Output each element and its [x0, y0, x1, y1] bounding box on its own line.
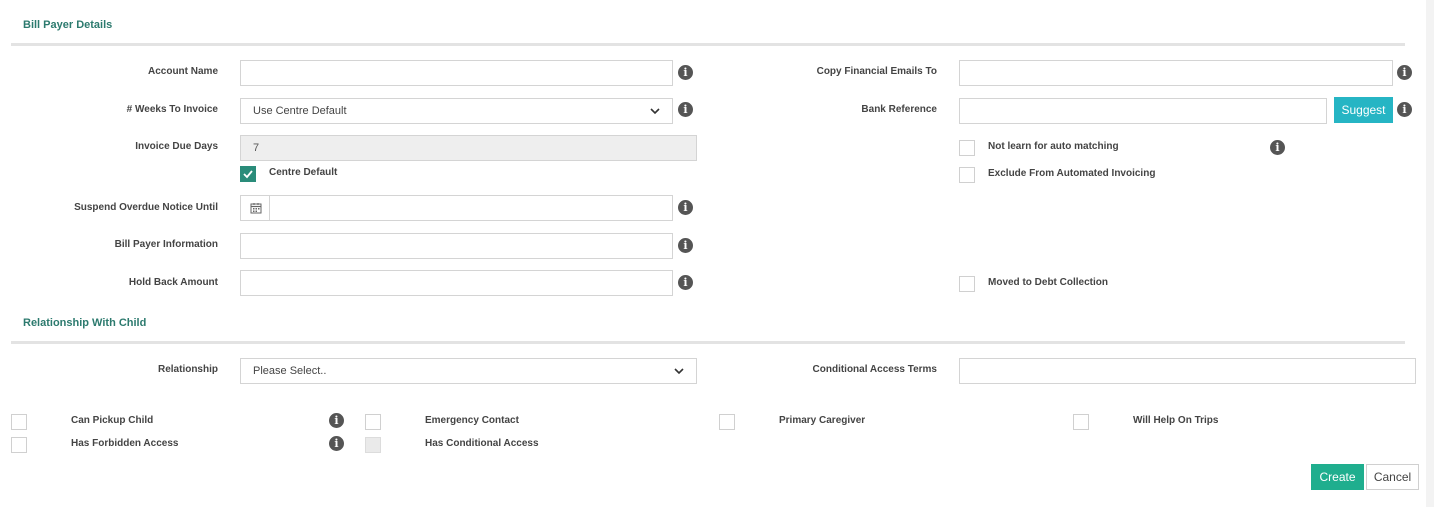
relationship-label: Relationship — [157, 364, 218, 375]
calendar-button[interactable] — [240, 195, 270, 221]
bill-payer-section-title: Bill Payer Details — [23, 19, 113, 31]
info-icon[interactable]: i — [1397, 102, 1412, 117]
has-forbidden-access-label: Has Forbidden Access — [71, 438, 179, 449]
weeks-to-invoice-label: # Weeks To Invoice — [126, 104, 218, 115]
cancel-button[interactable]: Cancel — [1366, 464, 1419, 490]
exclude-automated-invoicing-label: Exclude From Automated Invoicing — [988, 168, 1156, 179]
invoice-due-days-input: 7 — [240, 135, 697, 161]
chevron-down-icon — [674, 368, 684, 375]
calendar-icon — [250, 203, 261, 214]
bill-payer-info-input[interactable] — [240, 233, 673, 259]
can-pickup-child-checkbox[interactable] — [11, 414, 27, 430]
weeks-to-invoice-value: Use Centre Default — [253, 105, 347, 117]
account-name-input[interactable] — [240, 60, 673, 86]
relationship-select[interactable]: Please Select.. — [240, 358, 697, 384]
hold-back-amount-label: Hold Back Amount — [128, 277, 218, 288]
conditional-access-terms-input[interactable] — [959, 358, 1416, 384]
info-icon[interactable]: i — [678, 275, 693, 290]
moved-to-debt-collection-label: Moved to Debt Collection — [988, 277, 1108, 288]
primary-caregiver-checkbox[interactable] — [719, 414, 735, 430]
will-help-on-trips-checkbox[interactable] — [1073, 414, 1089, 430]
has-conditional-access-checkbox — [365, 437, 381, 453]
centre-default-checkbox[interactable] — [240, 166, 256, 182]
emergency-contact-checkbox[interactable] — [365, 414, 381, 430]
invoice-due-days-label: Invoice Due Days — [135, 141, 218, 152]
info-icon[interactable]: i — [678, 238, 693, 253]
not-learn-auto-matching-checkbox[interactable] — [959, 140, 975, 156]
section-divider — [11, 43, 1405, 46]
create-button[interactable]: Create — [1311, 464, 1364, 490]
not-learn-auto-matching-label: Not learn for auto matching — [988, 141, 1119, 152]
copy-financial-emails-label: Copy Financial Emails To — [816, 66, 937, 77]
section-divider — [11, 341, 1405, 344]
moved-to-debt-collection-checkbox[interactable] — [959, 276, 975, 292]
will-help-on-trips-label: Will Help On Trips — [1133, 415, 1219, 426]
has-forbidden-access-checkbox[interactable] — [11, 437, 27, 453]
bank-reference-label: Bank Reference — [861, 104, 937, 115]
conditional-access-terms-label: Conditional Access Terms — [812, 364, 937, 375]
suspend-overdue-label: Suspend Overdue Notice Until — [74, 202, 218, 213]
emergency-contact-label: Emergency Contact — [425, 415, 519, 426]
bank-reference-input[interactable] — [959, 98, 1327, 124]
has-conditional-access-label: Has Conditional Access — [425, 438, 539, 449]
bill-payer-info-label: Bill Payer Information — [114, 239, 218, 250]
info-icon[interactable]: i — [678, 200, 693, 215]
relationship-select-value: Please Select.. — [253, 365, 327, 377]
relationship-section-title: Relationship With Child — [23, 317, 147, 329]
copy-financial-emails-input[interactable] — [959, 60, 1393, 86]
info-icon[interactable]: i — [329, 436, 344, 451]
info-icon[interactable]: i — [1397, 65, 1412, 80]
primary-caregiver-label: Primary Caregiver — [779, 415, 866, 426]
suggest-button[interactable]: Suggest — [1334, 97, 1393, 123]
can-pickup-child-label: Can Pickup Child — [71, 415, 154, 426]
info-icon[interactable]: i — [1270, 140, 1285, 155]
info-icon[interactable]: i — [329, 413, 344, 428]
scrollbar[interactable] — [1426, 0, 1434, 507]
hold-back-amount-input[interactable] — [240, 270, 673, 296]
info-icon[interactable]: i — [678, 102, 693, 117]
account-name-label: Account Name — [147, 66, 218, 77]
info-icon[interactable]: i — [678, 65, 693, 80]
weeks-to-invoice-select[interactable]: Use Centre Default — [240, 98, 673, 124]
suspend-overdue-date-input[interactable] — [269, 195, 673, 221]
exclude-automated-invoicing-checkbox[interactable] — [959, 167, 975, 183]
check-icon — [243, 170, 253, 179]
centre-default-label: Centre Default — [269, 167, 338, 178]
chevron-down-icon — [650, 108, 660, 115]
